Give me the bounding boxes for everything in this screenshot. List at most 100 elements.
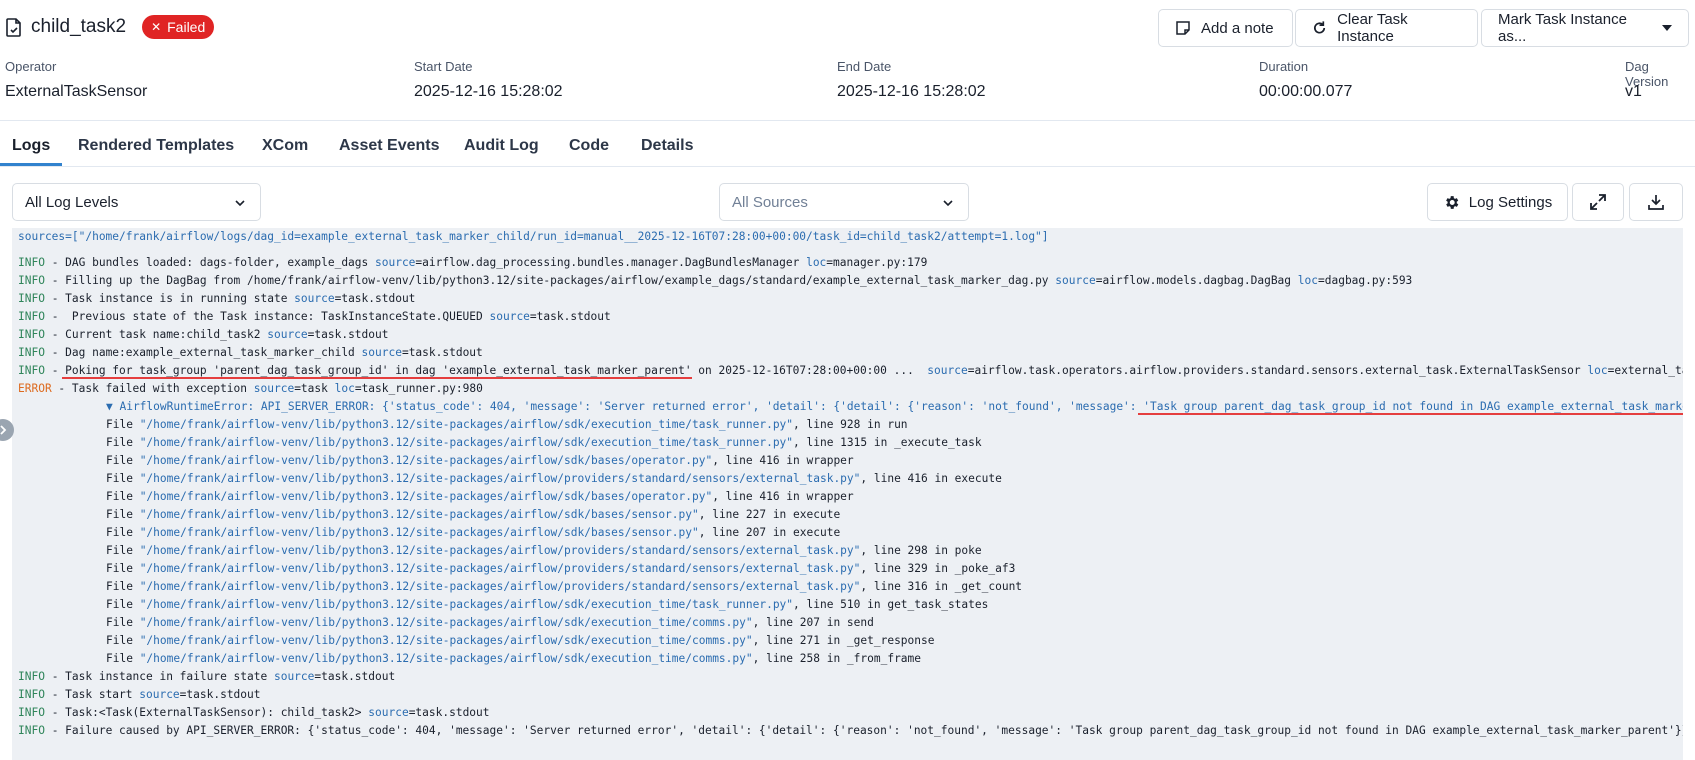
stack-frame: File "/home/frank/airflow-venv/lib/pytho… bbox=[106, 524, 840, 542]
expand-icon bbox=[1590, 194, 1606, 210]
log-message: - Task start bbox=[44, 688, 140, 701]
log-value: =dagbag.py:593 bbox=[1318, 274, 1413, 287]
frame-detail: , line 416 in execute bbox=[860, 472, 1002, 485]
log-value: =task_runner.py:980 bbox=[354, 382, 483, 395]
frame-path: "/home/frank/airflow-venv/lib/python3.12… bbox=[139, 418, 794, 431]
log-key: loc bbox=[1297, 274, 1318, 287]
frame-detail: , line 207 in execute bbox=[698, 526, 841, 539]
file-word: File bbox=[106, 526, 140, 539]
frame-detail: , line 258 in _from_frame bbox=[752, 652, 922, 665]
frame-path: "/home/frank/airflow-venv/lib/python3.12… bbox=[139, 508, 699, 521]
file-word: File bbox=[106, 418, 140, 431]
log-message: - Poking for task_group 'parent_dag_task… bbox=[44, 364, 928, 377]
operator-label: Operator bbox=[5, 59, 57, 74]
frame-path: "/home/frank/airflow-venv/lib/python3.12… bbox=[139, 616, 753, 629]
log-value: =task.stdout bbox=[179, 688, 261, 701]
log-message: - Task failed with exception bbox=[51, 382, 254, 395]
log-line: INFO - Failure caused by API_SERVER_ERRO… bbox=[18, 722, 1683, 740]
frame-detail: , line 416 in wrapper bbox=[712, 454, 854, 467]
log-key: source bbox=[139, 688, 180, 701]
mark-task-instance-label: Mark Task Instance as... bbox=[1498, 11, 1627, 45]
frame-detail: , line 416 in wrapper bbox=[712, 490, 854, 503]
log-value: =task.stdout bbox=[408, 706, 490, 719]
log-message: - Dag name:example_external_task_marker_… bbox=[44, 346, 362, 359]
stack-frame: File "/home/frank/airflow-venv/lib/pytho… bbox=[106, 596, 988, 614]
expand-button[interactable] bbox=[1572, 183, 1624, 221]
tab-rendered-templates[interactable]: Rendered Templates bbox=[78, 137, 234, 155]
tab-xcom[interactable]: XCom bbox=[262, 137, 308, 155]
log-key: source bbox=[294, 292, 335, 305]
frame-path: "/home/frank/airflow-venv/lib/python3.12… bbox=[139, 454, 713, 467]
stack-frame: File "/home/frank/airflow-venv/lib/pytho… bbox=[106, 416, 908, 434]
frame-detail: , line 207 in send bbox=[752, 616, 874, 629]
file-word: File bbox=[106, 544, 140, 557]
log-lines: sources=["/home/frank/airflow/logs/dag_i… bbox=[18, 228, 1683, 760]
end-date-value: 2025-12-16 15:28:02 bbox=[837, 83, 986, 100]
sources-value: All Sources bbox=[732, 193, 808, 211]
log-key: source bbox=[927, 364, 968, 377]
log-value: =task.stdout bbox=[307, 328, 389, 341]
add-note-label: Add a note bbox=[1201, 19, 1274, 37]
log-line: INFO - Dag name:example_external_task_ma… bbox=[18, 344, 483, 362]
log-level: INFO bbox=[18, 364, 45, 377]
add-note-button[interactable]: Add a note bbox=[1158, 9, 1293, 47]
mark-task-instance-button[interactable]: Mark Task Instance as... bbox=[1481, 9, 1689, 47]
log-key: source bbox=[253, 382, 295, 395]
log-value: =airflow.task.operators.airflow.provider… bbox=[967, 364, 1588, 377]
log-message: - Filling up the DagBag from /home/frank… bbox=[44, 274, 1056, 287]
frame-detail: , line 271 in _get_response bbox=[752, 634, 935, 647]
frame-path: "/home/frank/airflow-venv/lib/python3.12… bbox=[139, 490, 713, 503]
frame-path: "/home/frank/airflow-venv/lib/python3.12… bbox=[139, 580, 861, 593]
log-settings-button[interactable]: Log Settings bbox=[1427, 183, 1568, 221]
title-group: child_task2 ✕ Failed bbox=[6, 15, 215, 39]
frame-detail: , line 928 in run bbox=[793, 418, 908, 431]
chevron-down-icon bbox=[235, 200, 245, 207]
tab-asset-events[interactable]: Asset Events bbox=[339, 137, 440, 155]
tab-audit-log[interactable]: Audit Log bbox=[464, 137, 539, 155]
file-word: File bbox=[106, 472, 140, 485]
file-word: File bbox=[106, 580, 140, 593]
tab-code[interactable]: Code bbox=[569, 137, 609, 155]
log-value: =airflow.dag_processing.bundles.manager.… bbox=[415, 256, 807, 269]
file-word: File bbox=[106, 598, 140, 611]
caret-down-icon bbox=[1662, 25, 1672, 31]
log-panel[interactable]: sources=["/home/frank/airflow/logs/dag_i… bbox=[12, 228, 1683, 760]
frame-detail: , line 298 in poke bbox=[860, 544, 982, 557]
log-value: =task.stdout bbox=[529, 310, 611, 323]
log-line: INFO - Task start source=task.stdout bbox=[18, 686, 261, 704]
log-message: - Failure caused by API_SERVER_ERROR: {'… bbox=[44, 724, 1683, 737]
log-value: =task.stdout bbox=[401, 346, 483, 359]
log-key: source bbox=[273, 670, 315, 683]
stack-frame: File "/home/frank/airflow-venv/lib/pytho… bbox=[106, 650, 921, 668]
file-word: File bbox=[106, 562, 140, 575]
download-icon bbox=[1648, 195, 1664, 210]
download-button[interactable] bbox=[1629, 183, 1683, 221]
file-word: File bbox=[106, 616, 140, 629]
log-key: loc bbox=[1587, 364, 1608, 377]
file-word: File bbox=[106, 634, 140, 647]
task-header: child_task2 ✕ Failed Add a note Clear Ta… bbox=[0, 0, 1695, 56]
log-level-select[interactable]: All Log Levels bbox=[12, 183, 261, 221]
gear-icon bbox=[1445, 195, 1459, 209]
chevron-down-icon bbox=[943, 200, 953, 207]
log-line: INFO - Task instance in failure state so… bbox=[18, 668, 395, 686]
sources-select[interactable]: All Sources bbox=[719, 183, 969, 221]
tab-bar: Logs Rendered Templates XCom Asset Event… bbox=[0, 121, 1695, 167]
frame-detail: , line 316 in _get_count bbox=[860, 580, 1023, 593]
file-word: File bbox=[106, 490, 140, 503]
log-level: INFO bbox=[18, 292, 45, 305]
log-settings-label: Log Settings bbox=[1468, 193, 1553, 211]
frame-path: "/home/frank/airflow-venv/lib/python3.12… bbox=[139, 598, 794, 611]
log-line: ERROR - Task failed with exception sourc… bbox=[18, 380, 483, 398]
log-level: INFO bbox=[18, 670, 45, 683]
clear-task-instance-button[interactable]: Clear Task Instance bbox=[1295, 9, 1478, 47]
log-key: source bbox=[1055, 274, 1096, 287]
stack-frame: File "/home/frank/airflow-venv/lib/pytho… bbox=[106, 488, 854, 506]
duration-label: Duration bbox=[1259, 59, 1309, 74]
frame-path: "/home/frank/airflow-venv/lib/python3.12… bbox=[139, 526, 699, 539]
frame-path: "/home/frank/airflow-venv/lib/python3.12… bbox=[139, 544, 861, 557]
tab-details[interactable]: Details bbox=[641, 137, 693, 155]
document-icon bbox=[6, 17, 21, 37]
tab-logs[interactable]: Logs bbox=[12, 137, 50, 155]
operator-value: ExternalTaskSensor bbox=[5, 83, 148, 100]
